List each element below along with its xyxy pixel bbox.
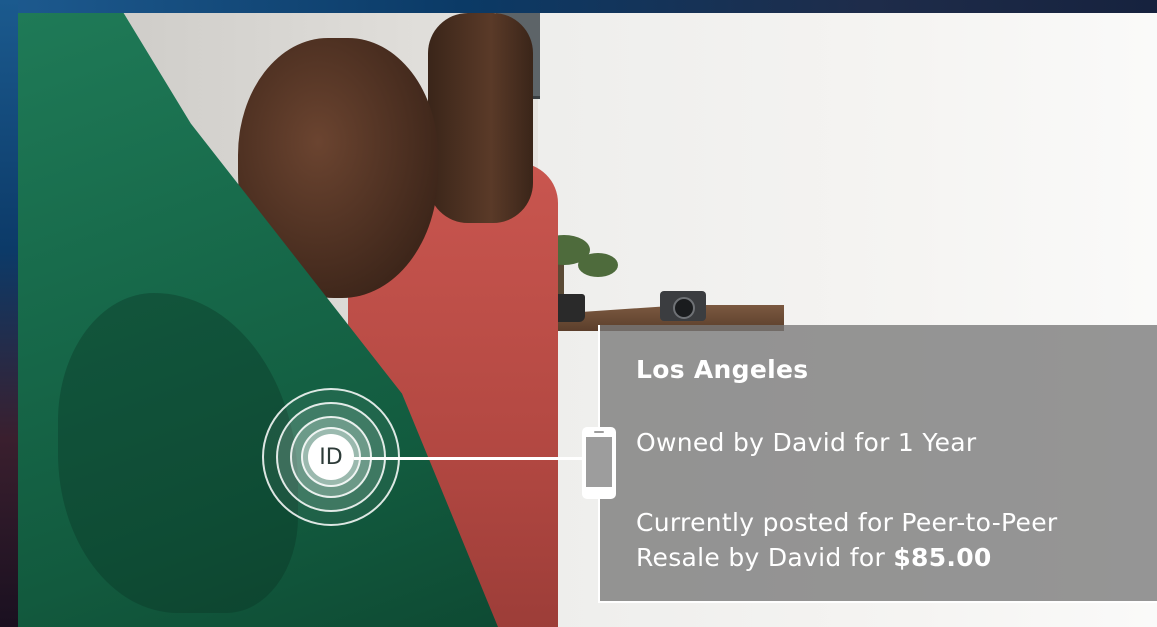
panel-border-bottom: [598, 601, 1157, 603]
listing-resale: Currently posted for Peer-to-Peer Resale…: [636, 505, 1057, 575]
top-border: [0, 0, 1157, 13]
phone-icon: [582, 427, 616, 499]
id-beacon-icon[interactable]: ID: [262, 388, 400, 526]
id-label: ID: [308, 434, 354, 480]
resale-line-2: Resale by David for $85.00: [636, 540, 1057, 575]
resale-line-1: Currently posted for Peer-to-Peer: [636, 508, 1058, 537]
bonsai-foliage: [578, 253, 618, 277]
listing-ownership: Owned by David for 1 Year: [636, 428, 977, 457]
listing-city: Los Angeles: [636, 355, 809, 384]
resale-line-2-prefix: Resale by David for: [636, 543, 894, 572]
phone-screen: [586, 437, 612, 487]
camera-on-shelf: [660, 291, 706, 321]
phone-speaker: [594, 431, 604, 433]
resale-price: $85.00: [893, 543, 992, 572]
left-border: [0, 0, 18, 627]
raised-arm: [428, 13, 533, 223]
